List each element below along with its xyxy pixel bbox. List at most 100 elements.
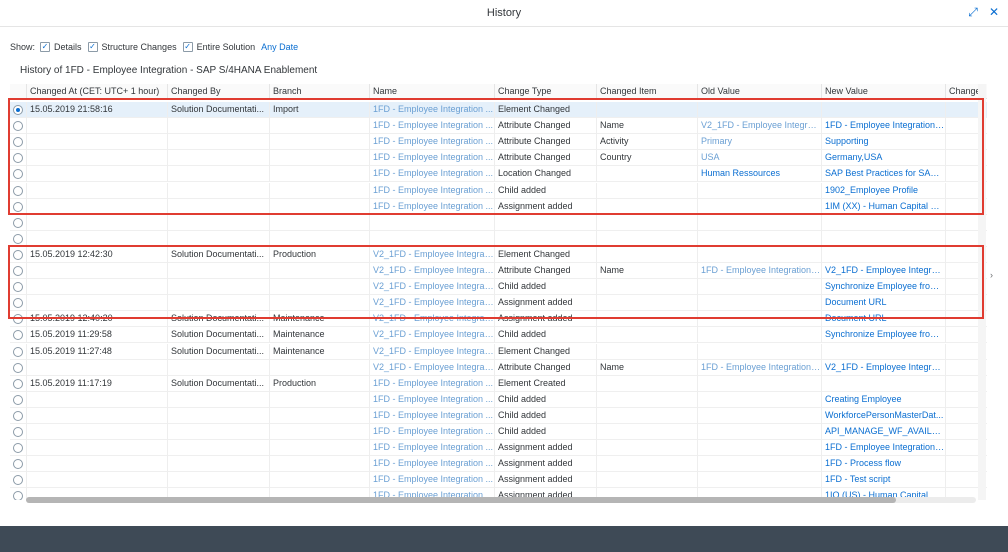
cell-new-value[interactable]: 1902_Employee Profile: [821, 182, 945, 199]
row-radio-button[interactable]: [13, 282, 23, 293]
cell-name[interactable]: 1FD - Employee Integration ...: [369, 375, 494, 392]
column-header-new-value[interactable]: New Value: [821, 84, 945, 98]
structure-changes-checkbox-group[interactable]: ✓ Structure Changes: [87, 42, 177, 52]
vertical-scrollbar[interactable]: [978, 84, 986, 500]
cell-name[interactable]: V2_1FD - Employee Integrat...: [369, 263, 494, 279]
cell-name[interactable]: 1FD - Employee Integration ...: [369, 118, 494, 135]
cell-new-value[interactable]: Supporting: [821, 134, 945, 151]
row-radio-button[interactable]: [13, 346, 23, 357]
column-header-name[interactable]: Name: [369, 84, 494, 98]
fullscreen-icon[interactable]: ⤢: [966, 5, 980, 19]
table-row[interactable]: 1FD - Employee Integration ... Assignment…: [10, 472, 987, 489]
cell-new-value[interactable]: V2_1FD - Employee Integrat...: [821, 263, 945, 279]
cell-name[interactable]: 1FD - Employee Integration ...: [369, 456, 494, 473]
table-row[interactable]: 1FD - Employee Integration ... Child adde…: [10, 391, 987, 408]
table-row[interactable]: 15.05.2019 11:17:19 Solution Documentati.…: [10, 375, 987, 392]
table-row[interactable]: V2_1FD - Employee Integrat... Assignment …: [10, 295, 987, 312]
row-radio-button[interactable]: [13, 201, 23, 212]
column-header-branch[interactable]: Branch: [269, 84, 369, 98]
row-radio-button[interactable]: [13, 314, 23, 325]
cell-name[interactable]: 1FD - Employee Integration ...: [369, 134, 494, 151]
column-header-old-value[interactable]: Old Value: [697, 84, 821, 98]
table-row[interactable]: V2_1FD - Employee Integrat... Attribute C…: [10, 359, 987, 376]
cell-name[interactable]: V2_1FD - Employee Integrat...: [369, 359, 494, 376]
cell-new-value[interactable]: Creating Employee: [821, 391, 945, 408]
table-row[interactable]: 1FD - Employee Integration ... Assignment…: [10, 198, 987, 215]
row-radio-button[interactable]: [13, 491, 23, 500]
cell-new-value[interactable]: Germany,USA: [821, 150, 945, 167]
row-radio-button[interactable]: [13, 378, 23, 389]
row-radio-button[interactable]: [13, 330, 23, 341]
cell-new-value[interactable]: Synchronize Employee from...: [821, 279, 945, 296]
table-row[interactable]: 15.05.2019 11:29:58 Solution Documentati.…: [10, 327, 987, 344]
cell-new-value[interactable]: API_MANAGE_WF_AVAILA...: [821, 424, 945, 440]
table-row[interactable]: 1FD - Employee Integration ... Child adde…: [10, 424, 987, 440]
cell-new-value[interactable]: 1FD - Test script: [821, 472, 945, 489]
cell-name[interactable]: V2_1FD - Employee Integrat...: [369, 343, 494, 360]
row-radio-button[interactable]: [13, 410, 23, 421]
row-radio-button[interactable]: [13, 121, 23, 132]
chevron-right-icon[interactable]: ›: [990, 270, 993, 280]
cell-new-value[interactable]: V2_1FD - Employee Integrat...: [821, 359, 945, 376]
table-row[interactable]: [10, 214, 987, 231]
row-radio-button[interactable]: [13, 153, 23, 164]
cell-name[interactable]: 1FD - Employee Integration ...: [369, 440, 494, 457]
cell-new-value[interactable]: Synchronize Employee from...: [821, 327, 945, 344]
cell-name[interactable]: 1FD - Employee Integration ...: [369, 407, 494, 424]
row-radio-button[interactable]: [13, 475, 23, 486]
row-radio-button[interactable]: [13, 394, 23, 405]
cell-old-value[interactable]: 1FD - Employee Integration ...: [697, 263, 821, 279]
cell-old-value[interactable]: USA: [697, 150, 821, 167]
cell-new-value[interactable]: Document URL: [821, 295, 945, 312]
cell-name[interactable]: V2_1FD - Employee Integrat...: [369, 279, 494, 296]
cell-name[interactable]: 1FD - Employee Integration ...: [369, 424, 494, 440]
column-header-changed-by[interactable]: Changed By: [167, 84, 269, 98]
table-row[interactable]: 15.05.2019 21:58:16 Solution Documentati.…: [10, 102, 987, 118]
cell-name[interactable]: 1FD - Employee Integration ...: [369, 166, 494, 183]
row-radio-button[interactable]: [13, 185, 23, 196]
row-radio-button[interactable]: [13, 217, 23, 228]
cell-new-value[interactable]: 1FD - Employee Integration ...: [821, 118, 945, 135]
any-date-link[interactable]: Any Date: [261, 42, 298, 52]
cell-new-value[interactable]: 1FD - Process flow: [821, 456, 945, 473]
table-row[interactable]: 15.05.2019 12:42:30 Solution Documentati.…: [10, 246, 987, 263]
row-radio-button[interactable]: [13, 137, 23, 148]
cell-old-value[interactable]: 1FD - Employee Integration ...: [697, 359, 821, 376]
row-radio-button[interactable]: [13, 362, 23, 373]
cell-name[interactable]: 1FD - Employee Integration ...: [369, 150, 494, 167]
column-header-change-type[interactable]: Change Type: [494, 84, 596, 98]
cell-new-value[interactable]: Document URL: [821, 311, 945, 328]
table-row[interactable]: 1FD - Employee Integration ... Assignment…: [10, 440, 987, 457]
cell-name[interactable]: 1FD - Employee Integration ...: [369, 182, 494, 199]
cell-name[interactable]: 1FD - Employee Integration ...: [369, 391, 494, 408]
row-radio-button[interactable]: [13, 105, 23, 115]
cell-name[interactable]: V2_1FD - Employee Integrat...: [369, 246, 494, 263]
cell-name[interactable]: V2_1FD - Employee Integrat...: [369, 327, 494, 344]
cell-new-value[interactable]: WorkforcePersonMasterDat...: [821, 407, 945, 424]
row-radio-button[interactable]: [13, 266, 23, 276]
close-icon[interactable]: ✕: [987, 5, 1001, 19]
cell-old-value[interactable]: V2_1FD - Employee Integrat...: [697, 118, 821, 135]
table-row[interactable]: V2_1FD - Employee Integrat... Attribute C…: [10, 263, 987, 279]
table-row[interactable]: 15.05.2019 11:27:48 Solution Documentati.…: [10, 343, 987, 360]
column-header-changed-item[interactable]: Changed Item: [596, 84, 697, 98]
row-radio-button[interactable]: [13, 459, 23, 470]
entire-solution-checkbox[interactable]: ✓: [182, 42, 193, 52]
table-row[interactable]: 1FD - Employee Integration ... Location C…: [10, 166, 987, 183]
row-radio-button[interactable]: [13, 169, 23, 180]
table-row[interactable]: [10, 230, 987, 247]
cell-new-value[interactable]: 1FD - Employee Integration ...: [821, 440, 945, 457]
cell-old-value[interactable]: Primary: [697, 134, 821, 151]
column-header-changed-at[interactable]: Changed At (CET: UTC+ 1 hour): [26, 84, 167, 98]
entire-solution-checkbox-group[interactable]: ✓ Entire Solution: [182, 42, 255, 52]
cell-name[interactable]: 1FD - Employee Integration ...: [369, 472, 494, 489]
row-radio-button[interactable]: [13, 427, 23, 437]
table-row[interactable]: 1FD - Employee Integration ... Attribute …: [10, 134, 987, 151]
table-row[interactable]: 1FD - Employee Integration ... Assignment…: [10, 456, 987, 473]
row-radio-button[interactable]: [13, 298, 23, 309]
table-row[interactable]: 15.05.2019 12:40:20 Solution Documentati.…: [10, 311, 987, 328]
cell-name[interactable]: 1FD - Employee Integration ...: [369, 102, 494, 118]
table-row[interactable]: 1FD - Employee Integration ... Child adde…: [10, 182, 987, 199]
table-row[interactable]: V2_1FD - Employee Integrat... Child added…: [10, 279, 987, 296]
cell-new-value[interactable]: SAP Best Practices for SAP ...: [821, 166, 945, 183]
